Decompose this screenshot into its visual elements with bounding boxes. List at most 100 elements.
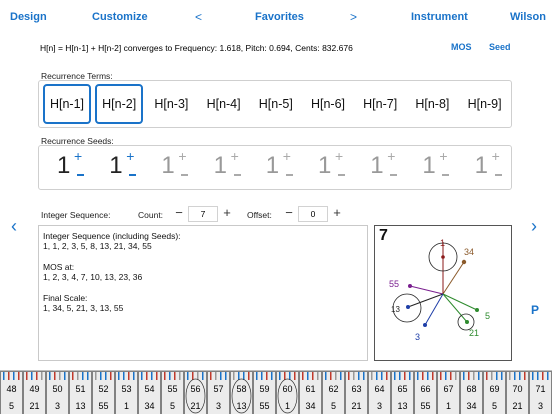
keyboard-key[interactable]: 60 1 (276, 371, 299, 414)
keyboard-key[interactable]: 69 5 (483, 371, 506, 414)
keyboard: 48 5 49 21 50 3 51 13 52 55 53 1 54 34 55 5 56 21 57 3 58 13 5… (0, 370, 552, 414)
mos-button[interactable]: MOS (451, 42, 472, 52)
key-number: 66 (420, 384, 430, 394)
keyboard-key[interactable]: 59 55 (253, 371, 276, 414)
keyboard-key[interactable]: 68 34 (460, 371, 483, 414)
key-number: 70 (512, 384, 522, 394)
key-number: 48 (6, 384, 16, 394)
keyboard-key[interactable]: 65 13 (391, 371, 414, 414)
keyboard-key[interactable]: 67 1 (437, 371, 460, 414)
seed-increment-button[interactable]: + (178, 149, 186, 163)
keyboard-key[interactable]: 58 13 (230, 371, 253, 414)
next-favorite-button[interactable]: > (350, 10, 357, 24)
key-number: 58 (236, 384, 246, 394)
key-number: 49 (29, 384, 39, 394)
recurrence-term-7[interactable]: H[n-7] (356, 84, 404, 124)
seed-value: 1 (265, 152, 280, 179)
keyboard-key[interactable]: 49 21 (23, 371, 46, 414)
count-field[interactable]: 7 (188, 206, 218, 222)
keyboard-key[interactable]: 71 3 (529, 371, 552, 414)
seed-value: 1 (422, 152, 436, 179)
instrument-tab[interactable]: Instrument (411, 11, 468, 23)
seed-increment-button[interactable]: + (439, 149, 447, 163)
chevron-left-icon[interactable]: ‹ (11, 216, 17, 237)
key-degree: 34 (144, 401, 154, 411)
keyboard-key[interactable]: 70 21 (506, 371, 529, 414)
seed-increment-button[interactable]: + (231, 149, 239, 163)
p-button[interactable]: P (531, 303, 539, 317)
key-number: 62 (328, 384, 338, 394)
seed-decrement-button[interactable] (77, 174, 84, 176)
keyboard-key[interactable]: 56 21 (184, 371, 207, 414)
key-degree: 1 (124, 401, 129, 411)
customize-tab[interactable]: Customize (92, 11, 148, 23)
key-number: 59 (259, 384, 269, 394)
keyboard-key[interactable]: 61 34 (299, 371, 322, 414)
recurrence-term-9[interactable]: H[n-9] (461, 84, 509, 124)
seed-value: 1 (370, 152, 384, 179)
seed-decrement-button[interactable] (233, 174, 241, 176)
offset-decrement-button[interactable]: − (283, 205, 295, 221)
keyboard-key[interactable]: 66 55 (414, 371, 437, 414)
seed-decrement-button[interactable] (494, 174, 502, 176)
design-tab[interactable]: Design (10, 11, 47, 23)
keyboard-key[interactable]: 52 55 (92, 371, 115, 414)
seed-decrement-button[interactable] (442, 174, 450, 176)
keyboard-key[interactable]: 50 3 (46, 371, 69, 414)
keyboard-key[interactable]: 64 3 (368, 371, 391, 414)
seed-increment-button[interactable]: + (387, 149, 395, 163)
key-number: 67 (443, 384, 453, 394)
seed-decrement-button[interactable] (285, 174, 293, 176)
key-degree: 21 (190, 401, 200, 411)
recurrence-term-8[interactable]: H[n-8] (408, 84, 456, 124)
chevron-right-icon[interactable]: › (531, 216, 537, 237)
seed-button[interactable]: Seed (489, 42, 511, 52)
keyboard-key[interactable]: 57 3 (207, 371, 230, 414)
keyboard-key[interactable]: 51 13 (69, 371, 92, 414)
recurrence-terms-panel: H[n-1] H[n-2] H[n-3] H[n-4] H[n-5] H[n-6] H[n-… (38, 80, 512, 128)
seed-decrement-button[interactable] (181, 174, 189, 176)
keyboard-key[interactable]: 53 1 (115, 371, 138, 414)
keyboard-key[interactable]: 63 21 (345, 371, 368, 414)
seed-increment-button[interactable]: + (74, 149, 82, 163)
seed-increment-button[interactable]: + (335, 149, 343, 163)
recurrence-term-3[interactable]: H[n-3] (147, 84, 195, 124)
recurrence-term-6[interactable]: H[n-6] (304, 84, 352, 124)
seed-decrement-button[interactable] (390, 174, 398, 176)
spoke-21 (442, 293, 468, 323)
sequence-output-text[interactable]: Integer Sequence (including Seeds): 1, 1,… (38, 225, 368, 361)
keyboard-key[interactable]: 555 (161, 371, 184, 414)
count-increment-button[interactable]: + (221, 205, 233, 221)
seed-stepper: 1 + (356, 148, 404, 188)
recurrence-term-4[interactable]: H[n-4] (200, 84, 248, 124)
wilson-tab[interactable]: Wilson (510, 11, 546, 23)
keyboard-key[interactable]: 48 5 (0, 371, 23, 414)
scale-graph-canvas[interactable]: 7 1 34 55 13 5 21 3 (374, 225, 512, 361)
key-number: 55 (167, 384, 177, 394)
key-degree: 13 (236, 401, 246, 411)
graph-node (408, 284, 412, 288)
previous-favorite-button[interactable]: < (195, 10, 202, 24)
seed-increment-button[interactable]: + (492, 149, 500, 163)
seed-increment-button[interactable]: + (283, 149, 291, 163)
keyboard-key[interactable]: 62 5 (322, 371, 345, 414)
graph-label: 1 (440, 238, 445, 248)
offset-increment-button[interactable]: + (331, 205, 343, 221)
key-degree: 21 (29, 401, 39, 411)
graph-label: 13 (391, 305, 400, 314)
seed-increment-button[interactable]: + (126, 149, 134, 163)
key-degree: 3 (377, 401, 382, 411)
count-decrement-button[interactable]: − (173, 205, 185, 221)
favorites-tab[interactable]: Favorites (255, 11, 304, 23)
recurrence-term-2[interactable]: H[n-2] (95, 84, 144, 124)
recurrence-term-5[interactable]: H[n-5] (252, 84, 300, 124)
seed-decrement-button[interactable] (338, 174, 345, 176)
seed-stepper: 1 + (43, 148, 91, 188)
seed-stepper: 1 + (304, 148, 352, 188)
sequence-line: 1, 1, 2, 3, 5, 8, 13, 21, 34, 55 (43, 241, 152, 252)
keyboard-key[interactable]: 54 34 (138, 371, 161, 414)
recurrence-term-1[interactable]: H[n-1] (43, 84, 91, 124)
offset-field[interactable]: 0 (298, 206, 328, 222)
seed-decrement-button[interactable] (129, 174, 137, 176)
key-degree: 13 (75, 401, 85, 411)
